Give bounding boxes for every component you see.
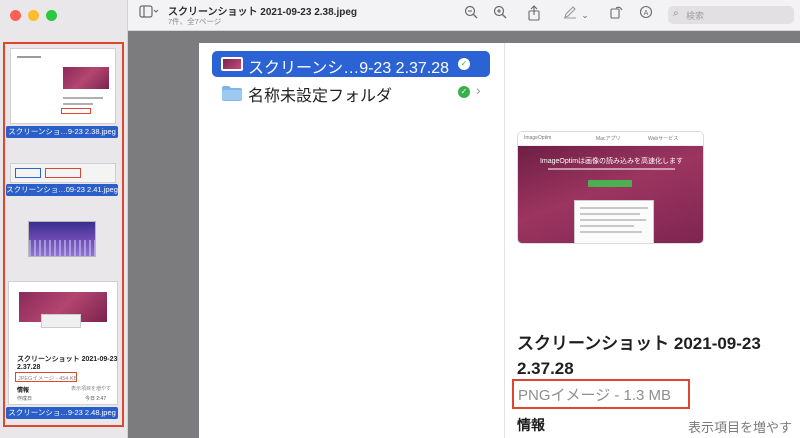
markup-pen-icon[interactable] <box>560 5 580 25</box>
chevron-down-icon[interactable]: ⌄ <box>580 5 590 25</box>
share-icon[interactable] <box>524 5 544 25</box>
file-kind: PNGイメージ - 1.3 MB <box>518 387 672 404</box>
preview-tab: Macアプリ <box>596 136 621 142</box>
svg-text:A: A <box>644 10 649 17</box>
minimize-window-button[interactable] <box>28 10 39 21</box>
show-more-link[interactable]: 表示項目を増やす <box>688 417 792 436</box>
file-preview-image: ImageOptim Macアプリ Webサービス ImageOptimは画像の… <box>517 131 704 244</box>
close-window-button[interactable] <box>10 10 21 21</box>
preview-hero: ImageOptimは画像の読み込みを高速化します <box>518 146 703 243</box>
zoom-in-icon[interactable] <box>490 5 510 25</box>
synced-check-icon: ✓ <box>458 86 470 98</box>
preview-site-header: ImageOptim Macアプリ Webサービス <box>518 132 703 146</box>
file-info-title-line2: 2.37.28 <box>517 359 574 378</box>
file-info-title-line1: スクリーンショット 2021-09-23 <box>517 334 761 353</box>
chevron-right-icon: › <box>476 82 481 98</box>
sidebar-toggle-icon[interactable] <box>138 5 160 25</box>
browser-row-label: 名称未設定フォルダ <box>248 88 393 105</box>
window-controls <box>10 10 57 21</box>
preview-download-button <box>588 180 632 187</box>
image-file-icon <box>221 57 243 71</box>
search-placeholder: 検索 <box>686 11 705 21</box>
folder-icon <box>221 85 243 101</box>
preview-heading: ImageOptimは画像の読み込みを高速化します <box>539 158 684 165</box>
preview-subline <box>548 168 675 170</box>
annotate-icon[interactable]: A <box>636 5 656 25</box>
info-heading: 情報 <box>517 417 545 433</box>
search-field[interactable]: ⌕ 検索 <box>668 6 794 24</box>
browser-row-label: スクリーンシ…9-23 2.37.28 <box>248 60 450 77</box>
rotate-icon[interactable] <box>606 5 626 25</box>
preview-app-window <box>574 200 654 243</box>
browser-row[interactable]: 名称未設定フォルダ ✓ › <box>212 79 490 105</box>
preview-tab: Webサービス <box>648 136 679 142</box>
thumbnail-sidebar: スクリーンショ…9-23 2.38.jpeg スクリーンショ…09-23 2.4… <box>0 0 128 438</box>
toolbar: スクリーンショット 2021-09-23 2.38.jpeg 7件、全7ページ … <box>128 0 800 31</box>
zoom-out-icon[interactable] <box>461 5 481 25</box>
synced-check-icon: ✓ <box>458 58 470 70</box>
browser-row-selected[interactable]: スクリーンシ…9-23 2.37.28 ✓ <box>212 51 490 77</box>
sidebar-highlight-box <box>3 42 124 427</box>
column-divider <box>504 43 505 438</box>
file-info-title: スクリーンショット 2021-09-23 2.37.28 <box>517 331 792 381</box>
zoom-window-button[interactable] <box>46 10 57 21</box>
preview-tab: ImageOptim <box>524 135 552 141</box>
window-subtitle: 7件、全7ページ <box>168 17 222 26</box>
search-icon: ⌕ <box>673 8 679 19</box>
